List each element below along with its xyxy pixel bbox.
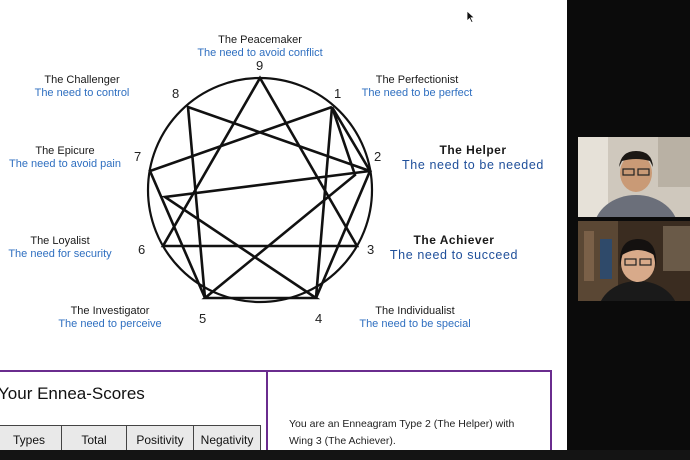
type-need: The need to be needed [402, 157, 544, 172]
type-name: The Challenger [44, 74, 120, 86]
column-header: Negativity [193, 425, 261, 450]
type-7-number: 7 [134, 149, 142, 164]
type-need: The need to be perfect [361, 86, 473, 99]
type-name: The Achiever [413, 233, 495, 247]
type-name: The Perfectionist [375, 74, 459, 86]
type-name: The Individualist [375, 305, 455, 317]
type-9-number: 9 [256, 58, 264, 73]
participant-video-2[interactable] [578, 221, 690, 301]
bottom-bar [0, 450, 690, 460]
type-need: The need to succeed [389, 247, 519, 262]
type-9-label: The Peacemaker The need to avoid conflic… [195, 34, 325, 59]
shared-slide: The Peacemaker The need to avoid conflic… [0, 0, 567, 450]
mouse-cursor-icon [466, 10, 476, 24]
type-name: The Loyalist [30, 235, 90, 247]
type-8-number: 8 [172, 86, 180, 101]
type-name: The Epicure [35, 145, 95, 157]
scores-table: Types Total Positivity Negativity [0, 425, 261, 450]
type-6-number: 6 [138, 242, 146, 257]
type-3-number: 3 [367, 242, 375, 257]
enneagram-hexad-lines [148, 105, 372, 299]
type-4-label: The Individualist The need to be special [355, 305, 475, 330]
type-need: The need to be special [359, 317, 471, 330]
participant-video-1[interactable] [578, 137, 690, 217]
type-need: The need for security [8, 247, 112, 260]
column-header: Positivity [126, 425, 194, 450]
participant-image [578, 137, 690, 217]
type-7-label: The Epicure The need to avoid pain [5, 145, 125, 170]
type-4-number: 4 [315, 311, 323, 326]
column-header: Types [0, 425, 62, 450]
scores-header-row: Types Total Positivity Negativity [0, 425, 261, 450]
participant-image [578, 221, 690, 301]
type-need: The need to control [34, 86, 130, 99]
scores-title: Your Ennea-Scores [0, 384, 145, 403]
type-3-label: The Achiever The need to succeed [384, 233, 524, 262]
column-header: Total [61, 425, 127, 450]
type-name: The Helper [439, 143, 507, 157]
type-name: The Investigator [70, 305, 150, 317]
type-1-label: The Perfectionist The need to be perfect [357, 74, 477, 99]
type-2-number: 2 [374, 149, 382, 164]
type-name: The Peacemaker [218, 34, 302, 46]
type-5-number: 5 [199, 311, 207, 326]
type-need: The need to perceive [58, 317, 162, 330]
type-8-label: The Challenger The need to control [30, 74, 134, 99]
scores-panel-divider [266, 370, 268, 450]
type-6-label: The Loyalist The need for security [4, 235, 116, 260]
type-1-number: 1 [334, 86, 342, 101]
type-need: The need to avoid pain [9, 157, 121, 170]
result-text: You are an Enneagram Type 2 (The Helper)… [289, 418, 515, 447]
type-2-label: The Helper The need to be needed [398, 143, 548, 172]
type-5-label: The Investigator The need to perceive [55, 305, 165, 330]
